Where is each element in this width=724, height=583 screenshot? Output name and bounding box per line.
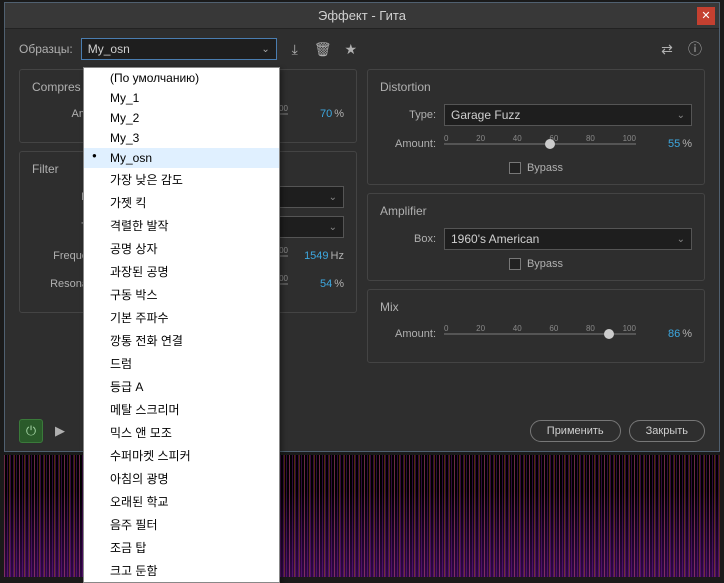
presets-row: Образцы: My_osn ⌄ ⤓ 🗑 ★ ⇄ ⓘ (5, 29, 719, 69)
mix-amount-slider[interactable]: 020406080100 (444, 324, 636, 344)
favorite-icon[interactable]: ★ (341, 39, 361, 59)
play-button[interactable]: ▶ (51, 423, 69, 439)
preset-option[interactable]: 음주 필터 (84, 513, 279, 536)
amplifier-bypass-label: Bypass (527, 258, 563, 270)
filter-reso-value: 54% (296, 278, 344, 290)
save-preset-icon[interactable]: ⤓ (285, 39, 305, 59)
preset-option[interactable]: My_2 (84, 108, 279, 128)
close-button[interactable]: Закрыть (629, 420, 705, 442)
amplifier-box-dropdown[interactable]: 1960's American ⌄ (444, 228, 692, 250)
compressor-amount-value: 70% (296, 108, 344, 120)
amplifier-box-value: 1960's American (451, 232, 539, 246)
distortion-type-label: Type: (380, 109, 436, 121)
preset-option[interactable]: 드럼 (84, 352, 279, 375)
mix-title: Mix (380, 300, 692, 314)
titlebar[interactable]: Эффект - Гитa ✕ (5, 3, 719, 29)
distortion-amount-label: Amount: (380, 138, 436, 150)
compressor-amount-label: Am (32, 108, 88, 120)
preset-option[interactable]: 아침의 광명 (84, 467, 279, 490)
distortion-type-dropdown[interactable]: Garage Fuzz ⌄ (444, 104, 692, 126)
mix-panel: Mix Amount: 020406080100 86% (367, 289, 705, 363)
preset-option[interactable]: (По умолчанию) (84, 68, 279, 88)
amplifier-panel: Amplifier Box: 1960's American ⌄ Bypass (367, 193, 705, 281)
preset-option[interactable]: 과장된 공명 (84, 260, 279, 283)
preset-option[interactable]: My_osn (84, 148, 279, 168)
preset-option[interactable]: 구동 박스 (84, 283, 279, 306)
info-icon[interactable]: ⓘ (685, 39, 705, 59)
distortion-type-value: Garage Fuzz (451, 108, 520, 122)
mix-amount-label: Amount: (380, 328, 436, 340)
preset-option[interactable]: 가장 낮은 감도 (84, 168, 279, 191)
preset-option[interactable]: 믹스 앤 모조 (84, 421, 279, 444)
preset-option[interactable]: My_1 (84, 88, 279, 108)
window-close-button[interactable]: ✕ (697, 7, 715, 25)
window-title: Эффект - Гитa (318, 8, 406, 23)
preset-option[interactable]: My_3 (84, 128, 279, 148)
distortion-ticks: 020406080100 (444, 134, 636, 143)
chevron-down-icon: ⌄ (677, 110, 685, 121)
chevron-down-icon: ⌄ (261, 44, 269, 55)
preset-option[interactable]: 오래된 학교 (84, 490, 279, 513)
filter-f-label: F (32, 191, 88, 203)
preset-option[interactable]: 기본 주파수 (84, 306, 279, 329)
preset-option[interactable]: 수퍼마켓 스피커 (84, 444, 279, 467)
distortion-amount-value: 55% (644, 138, 692, 150)
power-button[interactable]: ⏻ (19, 419, 43, 443)
chevron-down-icon: ⌄ (329, 222, 337, 233)
distortion-bypass-checkbox[interactable] (509, 162, 521, 174)
preset-option[interactable]: 가젯 킥 (84, 191, 279, 214)
distortion-bypass-label: Bypass (527, 162, 563, 174)
mix-amount-value: 86% (644, 328, 692, 340)
presets-popup[interactable]: (По умолчанию)My_1My_2My_3My_osn가장 낮은 감도… (83, 67, 280, 583)
amplifier-bypass-checkbox[interactable] (509, 258, 521, 270)
filter-reso-label: Resona (32, 278, 88, 290)
distortion-panel: Distortion Type: Garage Fuzz ⌄ Amount: 0… (367, 69, 705, 185)
delete-preset-icon[interactable]: 🗑 (313, 39, 333, 59)
chevron-down-icon: ⌄ (329, 192, 337, 203)
preset-option[interactable]: 공명 상자 (84, 237, 279, 260)
preset-option[interactable]: 깡통 전화 연결 (84, 329, 279, 352)
preset-option[interactable]: 격렬한 발작 (84, 214, 279, 237)
apply-button[interactable]: Применить (530, 420, 621, 442)
preset-option[interactable]: 조금 탑 (84, 536, 279, 559)
filter-freq-value: 1549Hz (296, 250, 344, 262)
distortion-title: Distortion (380, 80, 692, 94)
preset-option[interactable]: 메탈 스크리머 (84, 398, 279, 421)
amplifier-title: Amplifier (380, 204, 692, 218)
amplifier-box-label: Box: (380, 233, 436, 245)
distortion-amount-slider[interactable]: 020406080100 (444, 134, 636, 154)
filter-t-label: T (32, 221, 88, 233)
presets-selected-value: My_osn (88, 42, 130, 56)
filter-freq-label: Freque (32, 250, 88, 262)
presets-dropdown[interactable]: My_osn ⌄ (81, 38, 277, 60)
preset-option[interactable]: 등급 A (84, 375, 279, 398)
presets-label: Образцы: (19, 42, 73, 56)
chevron-down-icon: ⌄ (677, 234, 685, 245)
routing-icon[interactable]: ⇄ (657, 39, 677, 59)
preset-option[interactable]: 크고 둔함 (84, 559, 279, 582)
